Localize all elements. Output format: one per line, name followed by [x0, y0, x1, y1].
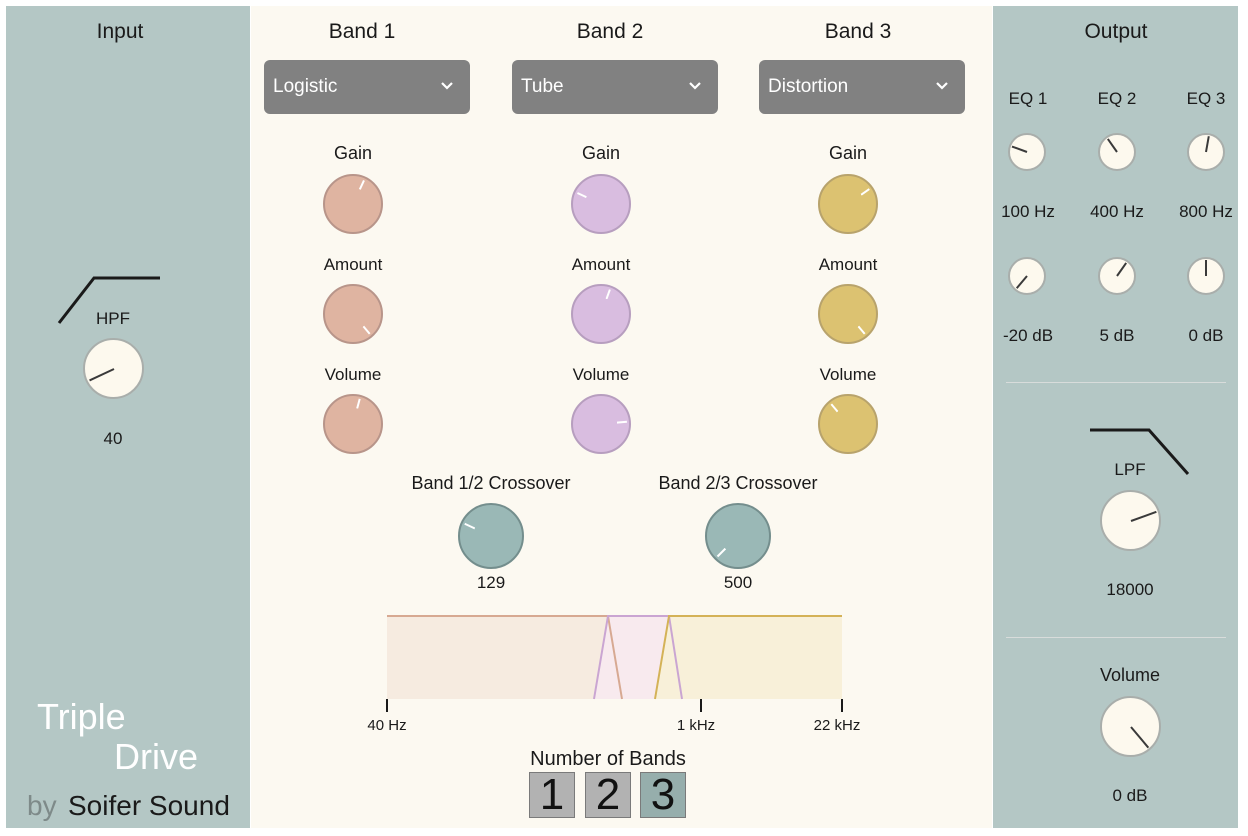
input-panel: Input HPF 40 Triple Drive by Soifer Soun…	[6, 6, 250, 828]
output-panel: Output EQ 1 EQ 2 EQ 3 100 Hz 400 Hz 800 …	[993, 6, 1238, 828]
brand-by: by	[27, 790, 57, 821]
eq1-gain-knob[interactable]	[1008, 257, 1046, 295]
eq2-label: EQ 2	[1097, 89, 1137, 108]
eq1-label: EQ 1	[1008, 89, 1048, 108]
output-volume-knob[interactable]	[1100, 696, 1161, 757]
band3-gain-knob[interactable]	[818, 174, 878, 234]
number-of-bands-title: Number of Bands	[530, 748, 686, 770]
band3-region	[655, 616, 842, 699]
eq3-gain-knob[interactable]	[1187, 257, 1225, 295]
band1-gain-knob[interactable]	[323, 174, 383, 234]
output-divider-2	[1006, 637, 1226, 638]
band2-amount-label: Amount	[571, 255, 631, 274]
band2-mode-dropdown[interactable]: Tube	[512, 60, 718, 114]
eq3-freq-value: 800 Hz	[1179, 202, 1233, 221]
spectrum-tick-label-40hz: 40 Hz	[367, 717, 407, 734]
band2-title: Band 2	[576, 20, 644, 43]
band3-amount-knob[interactable]	[818, 284, 878, 344]
output-volume-value: 0 dB	[1112, 786, 1148, 805]
band2-volume-knob[interactable]	[571, 394, 631, 454]
brand-line2: Drive	[114, 736, 199, 777]
band1-amount-knob[interactable]	[323, 284, 383, 344]
eq1-gain-value: -20 dB	[1002, 326, 1054, 345]
hpf-knob[interactable]	[83, 338, 144, 399]
eq3-label: EQ 3	[1186, 89, 1226, 108]
eq3-gain-value: 0 dB	[1188, 326, 1224, 345]
hpf-value: 40	[103, 429, 123, 448]
band1-mode-value: Logistic	[273, 76, 338, 97]
band3-mode-dropdown[interactable]: Distortion	[759, 60, 965, 114]
band2-gain-label: Gain	[581, 143, 621, 163]
band1-region	[387, 616, 622, 699]
eq3-freq-knob[interactable]	[1187, 133, 1225, 171]
lpf-label: LPF	[1114, 460, 1146, 479]
eq2-freq-knob[interactable]	[1098, 133, 1136, 171]
eq2-freq-value: 400 Hz	[1090, 202, 1144, 221]
band3-title: Band 3	[824, 20, 892, 43]
crossover12-value: 129	[476, 573, 506, 592]
band2-gain-knob[interactable]	[571, 174, 631, 234]
bands-3-button[interactable]: 3	[640, 772, 686, 818]
output-divider-1	[1006, 382, 1226, 383]
crossover12-knob[interactable]	[458, 503, 524, 569]
spectrum-tick-label-1khz: 1 kHz	[676, 717, 716, 734]
chevron-down-icon	[441, 82, 453, 90]
band3-volume-label: Volume	[819, 365, 877, 384]
eq2-gain-knob[interactable]	[1098, 257, 1136, 295]
band3-mode-value: Distortion	[768, 76, 849, 97]
bands-1-button[interactable]: 1	[529, 772, 575, 818]
crossover23-value: 500	[723, 573, 753, 592]
band1-gain-label: Gain	[333, 143, 373, 163]
band1-volume-label: Volume	[324, 365, 382, 384]
band3-volume-knob[interactable]	[818, 394, 878, 454]
band1-volume-knob[interactable]	[323, 394, 383, 454]
brand-company: Soifer Sound	[68, 790, 230, 821]
main-panel: Band 1 Logistic Gain Amount Volume Band …	[251, 6, 992, 828]
eq1-freq-knob[interactable]	[1008, 133, 1046, 171]
spectrum-tick-label-22khz: 22 kHz	[813, 717, 861, 734]
chevron-down-icon	[936, 82, 948, 90]
bands-2-button[interactable]: 2	[585, 772, 631, 818]
band1-mode-dropdown[interactable]: Logistic	[264, 60, 470, 114]
brand-line1: Triple	[37, 696, 126, 737]
crossover12-label: Band 1/2 Crossover	[411, 473, 571, 493]
crossover23-knob[interactable]	[705, 503, 771, 569]
band2-volume-label: Volume	[572, 365, 630, 384]
band-spectrum-display	[386, 615, 843, 712]
band3-gain-label: Gain	[828, 143, 868, 163]
band3-amount-label: Amount	[818, 255, 878, 274]
hpf-label: HPF	[96, 309, 130, 328]
output-volume-label: Volume	[1099, 665, 1161, 685]
output-title: Output	[1084, 20, 1148, 43]
band1-amount-label: Amount	[323, 255, 383, 274]
eq1-freq-value: 100 Hz	[1001, 202, 1055, 221]
lpf-knob[interactable]	[1100, 490, 1161, 551]
band2-amount-knob[interactable]	[571, 284, 631, 344]
input-title: Input	[96, 20, 144, 43]
band2-mode-value: Tube	[521, 76, 564, 97]
lpf-value: 18000	[1106, 580, 1154, 599]
eq2-gain-value: 5 dB	[1099, 326, 1135, 345]
band1-title: Band 1	[328, 20, 396, 43]
chevron-down-icon	[689, 82, 701, 90]
crossover23-label: Band 2/3 Crossover	[658, 473, 818, 493]
